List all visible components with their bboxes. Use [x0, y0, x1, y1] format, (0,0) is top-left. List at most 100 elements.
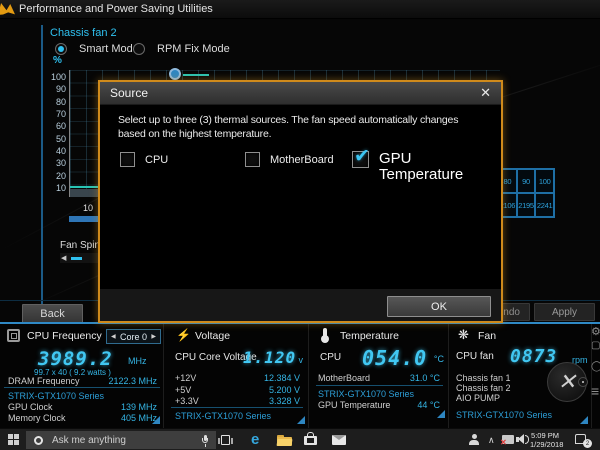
cpu-fan-label: CPU fan	[456, 351, 494, 362]
app-title: Performance and Power Saving Utilities	[19, 3, 213, 15]
cpu-chip-icon	[7, 329, 20, 342]
cpu-core-voltage-unit: v	[299, 355, 304, 365]
cpu-core-voltage-value: 1.120	[243, 348, 296, 367]
y-tick: 60	[56, 121, 66, 131]
back-button[interactable]: Back	[22, 304, 83, 323]
start-button-icon[interactable]	[8, 434, 20, 446]
cortana-icon	[34, 436, 43, 445]
circle-icon[interactable]: ◯	[591, 361, 600, 372]
fan-list-item: Chassis fan 1	[456, 373, 511, 383]
rpm-fix-mode-radio[interactable]: RPM Fix Mode	[133, 43, 230, 55]
microphone-icon[interactable]	[201, 435, 209, 447]
y-tick: 20	[56, 171, 66, 181]
panel-title: Temperature	[340, 330, 399, 342]
checkbox-motherboard[interactable]: MotherBoard	[245, 152, 334, 167]
fan-icon: ❋	[458, 327, 469, 343]
prev-core-arrow-icon[interactable]: ◀	[111, 333, 116, 340]
y-axis-ticks: 100 90 80 70 60 50 40 30 20 10	[42, 72, 66, 193]
gpu-clock-label: GPU Clock	[8, 402, 53, 412]
task-view-icon[interactable]	[221, 435, 230, 445]
corner-accent	[152, 416, 160, 424]
y-tick: 90	[56, 84, 66, 94]
search-placeholder: Ask me anything	[52, 435, 126, 446]
speaker-icon[interactable]	[516, 434, 529, 445]
gear-icon[interactable]: ⚙	[591, 325, 600, 338]
gpu-series-label: STRIX-GTX1070 Series	[175, 411, 271, 421]
curve-segment	[183, 74, 209, 76]
dialog-title: Source	[110, 86, 148, 100]
checkbox-label: CPU	[145, 152, 168, 166]
dialog-message: Select up to three (3) thermal sources. …	[118, 113, 458, 141]
rail-label: +12V	[175, 373, 196, 383]
file-explorer-icon[interactable]	[277, 435, 292, 446]
desktop: Performance and Power Saving Utilities C…	[0, 0, 600, 450]
core-selector-value: Core 0	[120, 332, 147, 342]
thermometer-icon	[323, 328, 327, 337]
fan-list-item: Chassis fan 2	[456, 383, 511, 393]
rpm-fix-mode-label: RPM Fix Mode	[157, 43, 230, 55]
x-tick: 10	[83, 203, 93, 213]
cpu-frequency-unit: MHz	[128, 356, 147, 366]
core-selector[interactable]: ◀ Core 0 ▶	[106, 329, 161, 344]
gpu-temp-label: GPU Temperature	[318, 400, 390, 410]
table-cell: 2241	[535, 193, 554, 217]
temperature-panel: Temperature CPU 054.0 °C MotherBoard 31.…	[310, 324, 449, 428]
y-tick: 100	[51, 72, 66, 82]
gpu-series-label: STRIX-GTX1070 Series	[318, 389, 414, 399]
y-tick: 40	[56, 146, 66, 156]
edge-browser-icon[interactable]: e	[251, 431, 259, 448]
app-titlebar: Performance and Power Saving Utilities	[0, 0, 600, 19]
windows-store-icon[interactable]	[304, 432, 317, 446]
checkbox-gpu-temperature[interactable]: ✔ GPU Temperature	[352, 151, 479, 183]
slider-left-arrow-icon: ◀	[61, 254, 66, 262]
checkbox-cpu[interactable]: CPU	[120, 152, 168, 167]
cpu-temp-label: CPU	[320, 352, 341, 363]
smart-mode-radio[interactable]: Smart Mode	[55, 43, 139, 55]
table-cell: 90	[517, 169, 536, 193]
rail-value: 3.328 V	[269, 396, 300, 406]
lightning-bolt-icon: ⚡	[176, 328, 191, 342]
table-cell: 2195	[517, 193, 536, 217]
y-tick: 30	[56, 158, 66, 168]
close-icon[interactable]: ✕	[480, 85, 491, 101]
tray-chevron-up-icon[interactable]: ∧	[488, 435, 495, 446]
apply-button[interactable]: Apply	[534, 303, 595, 321]
corner-accent	[437, 410, 445, 418]
table-cell: 100	[535, 169, 554, 193]
gpu-clock-value: 139 MHz	[121, 402, 157, 412]
y-axis-unit: %	[53, 55, 62, 66]
people-icon[interactable]	[469, 434, 479, 446]
clock-date: 1/29/2018	[530, 440, 560, 449]
y-tick: 50	[56, 134, 66, 144]
radio-selected-icon	[55, 43, 67, 55]
slider-handle	[71, 257, 82, 260]
fan-spin-up-slider[interactable]: ◀	[60, 253, 100, 263]
corner-accent	[580, 416, 588, 424]
cpu-temp-value: 054.0	[362, 346, 427, 370]
fan-speed-table: 80 90 100 2106 2195 2241	[497, 168, 555, 218]
cortana-search-box[interactable]: Ask me anything	[26, 431, 216, 449]
dram-frequency-value: 2122.3 MHz	[108, 376, 157, 386]
menu-icon[interactable]: ≡	[591, 383, 599, 399]
checkbox-checked-icon: ✔	[352, 151, 369, 168]
clock-time: 5:09 PM	[530, 431, 560, 440]
next-core-arrow-icon[interactable]: ▶	[151, 333, 156, 340]
divider	[316, 385, 443, 386]
clock[interactable]: 5:09 PM 1/29/2018	[530, 431, 560, 449]
rail-value: 5.200 V	[269, 385, 300, 395]
mail-icon[interactable]	[332, 435, 346, 445]
message-line-1: Select up to three (3) thermal sources. …	[118, 113, 458, 127]
y-tick: 10	[56, 183, 66, 193]
memory-clock-label: Memory Clock	[8, 413, 66, 423]
edit-icon[interactable]: ▢	[591, 340, 600, 351]
cpu-frequency-panel: CPU Frequency ◀ Core 0 ▶ 3989.2 MHz 99.7…	[0, 324, 164, 428]
check-icon: ✔	[354, 145, 370, 168]
source-dialog: Source ✕ Select up to three (3) thermal …	[98, 80, 503, 323]
motherboard-temp-value: 31.0 °C	[410, 373, 440, 383]
fan-panel: ❋ Fan CPU fan 0873 rpm Chassis fan 1 Cha…	[450, 324, 592, 428]
ok-button[interactable]: OK	[387, 296, 491, 317]
cpu-fan-value: 0873	[510, 346, 557, 367]
curve-segment	[70, 186, 100, 188]
fan-curve-handle[interactable]	[169, 68, 181, 80]
divider	[4, 387, 160, 388]
